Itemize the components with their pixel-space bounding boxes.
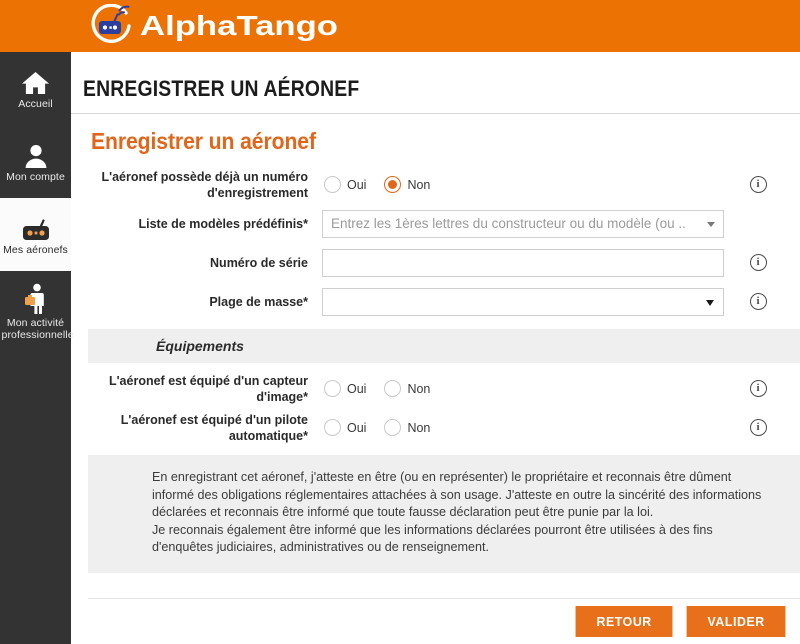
radio-dot <box>324 419 341 436</box>
field-label: L'aéronef possède déjà un numéro d'enreg… <box>101 169 309 200</box>
mass-range-select[interactable] <box>322 287 724 316</box>
field-info: i <box>730 419 786 436</box>
equipment-section-band: Équipements <box>88 329 800 363</box>
brand-logo[interactable]: AlphaTango <box>88 2 340 50</box>
disclaimer-panel: En enregistrant cet aéronef, j'atteste e… <box>88 455 800 573</box>
field-control <box>322 287 730 316</box>
radio-option-non[interactable]: Non <box>384 419 430 436</box>
field-label: Numéro de série <box>210 255 308 270</box>
radio-option-oui[interactable]: Oui <box>324 380 366 397</box>
brand-name: AlphaTango <box>140 10 338 41</box>
radio-dot <box>384 419 402 436</box>
field-label: Liste de modèles prédéfinis* <box>138 216 309 231</box>
field-control: Oui Non <box>322 176 730 193</box>
field-label: L'aéronef est équipé d'un capteur d'imag… <box>108 373 308 404</box>
radio-option-non[interactable]: Non <box>384 380 430 397</box>
page-title: ENREGISTRER UN AÉRONEF <box>83 76 360 101</box>
sidebar-item-mon-compte[interactable]: Mon compte <box>0 125 71 198</box>
radio-label: Oui <box>347 177 367 192</box>
equipment-section-title: Équipements <box>156 338 244 354</box>
radio-option-oui[interactable]: Oui <box>324 419 366 436</box>
form-row-capteur-image: L'aéronef est équipé d'un capteur d'imag… <box>88 371 800 406</box>
brand-wordmark: AlphaTango <box>140 10 338 41</box>
field-label: L'aéronef est équipé d'un pilote automat… <box>120 412 308 443</box>
form-row-numero-serie: Numéro de série i <box>88 245 800 280</box>
radio-dot <box>384 380 402 397</box>
field-control <box>322 248 730 277</box>
radio-dot <box>324 380 341 397</box>
briefcase-person-icon <box>22 283 50 315</box>
sidebar-item-label: Accueil <box>18 98 53 111</box>
chevron-down-icon <box>707 221 715 227</box>
sidebar-item-label: Mon activité professionnelle <box>1 317 74 341</box>
info-icon[interactable]: i <box>749 254 767 271</box>
info-icon[interactable]: i <box>749 419 767 436</box>
sidebar-item-mes-aeronefs[interactable]: Mes aéronefs <box>0 198 71 271</box>
radio-dot <box>384 176 402 193</box>
field-label: Plage de masse* <box>209 294 308 309</box>
form-row-numero-enregistrement: L'aéronef possède déjà un numéro d'enreg… <box>88 167 800 202</box>
radio-label: Non <box>407 420 431 435</box>
field-control: Entrez les 1ères lettres du constructeur… <box>322 209 730 238</box>
radio-dot <box>324 176 341 193</box>
info-icon[interactable]: i <box>749 380 767 397</box>
user-icon <box>23 139 49 169</box>
field-control: Oui Non <box>322 419 730 436</box>
radio-label: Oui <box>347 381 367 396</box>
home-icon <box>21 66 50 96</box>
top-banner: AlphaTango <box>0 0 800 52</box>
info-icon[interactable]: i <box>749 293 767 310</box>
drone-remote-controller-icon <box>91 4 131 43</box>
info-icon[interactable]: i <box>749 176 767 193</box>
field-info: i <box>730 254 786 271</box>
app-root: AlphaTango Accueil Mon compte Mes aérone… <box>0 0 800 644</box>
field-info: i <box>730 380 786 397</box>
sidebar: Accueil Mon compte Mes aéronefs Mon acti… <box>0 52 74 644</box>
field-info: i <box>730 293 786 310</box>
field-info: i <box>730 176 786 193</box>
section-title: Enregistrer un aéronef <box>91 128 316 154</box>
sidebar-item-label: Mon compte <box>6 171 65 184</box>
drone-remote-controller-icon <box>21 212 51 242</box>
radio-group-numero-enregistrement: Oui Non <box>322 176 430 193</box>
model-autocomplete-input[interactable]: Entrez les 1ères lettres du constructeur… <box>322 209 724 238</box>
main-content: Enregistrer un aéronef L'aéronef possède… <box>88 114 800 644</box>
sidebar-item-mon-activite-professionnelle[interactable]: Mon activité professionnelle <box>0 271 74 355</box>
form-row-liste-modeles: Liste de modèles prédéfinis* Entrez les … <box>88 206 800 241</box>
radio-group-capteur-image: Oui Non <box>322 380 430 397</box>
input-placeholder: Entrez les 1ères lettres du constructeur… <box>331 216 686 231</box>
form-row-plage-masse: Plage de masse* i <box>88 284 800 319</box>
radio-option-non[interactable]: Non <box>384 176 430 193</box>
field-control: Oui Non <box>322 380 730 397</box>
disclaimer-paragraph-1: En enregistrant cet aéronef, j'atteste e… <box>152 470 762 519</box>
radio-label: Non <box>407 381 431 396</box>
sidebar-item-accueil[interactable]: Accueil <box>0 52 71 125</box>
chevron-down-icon <box>706 299 714 306</box>
form-row-pilote-automatique: L'aéronef est équipé d'un pilote automat… <box>88 410 800 445</box>
sidebar-item-label: Mes aéronefs <box>3 244 68 257</box>
radio-label: Non <box>407 177 431 192</box>
page-header: ENREGISTRER UN AÉRONEF <box>71 52 800 114</box>
radio-label: Oui <box>347 420 367 435</box>
submit-button[interactable]: VALIDER <box>686 606 786 637</box>
radio-option-oui[interactable]: Oui <box>324 176 366 193</box>
radio-group-pilote-automatique: Oui Non <box>322 419 430 436</box>
back-button[interactable]: RETOUR <box>575 606 674 637</box>
serial-number-input[interactable] <box>322 248 724 277</box>
form-actions: RETOUR VALIDER <box>88 598 800 644</box>
disclaimer-paragraph-2: Je reconnais également être informé que … <box>152 522 713 555</box>
